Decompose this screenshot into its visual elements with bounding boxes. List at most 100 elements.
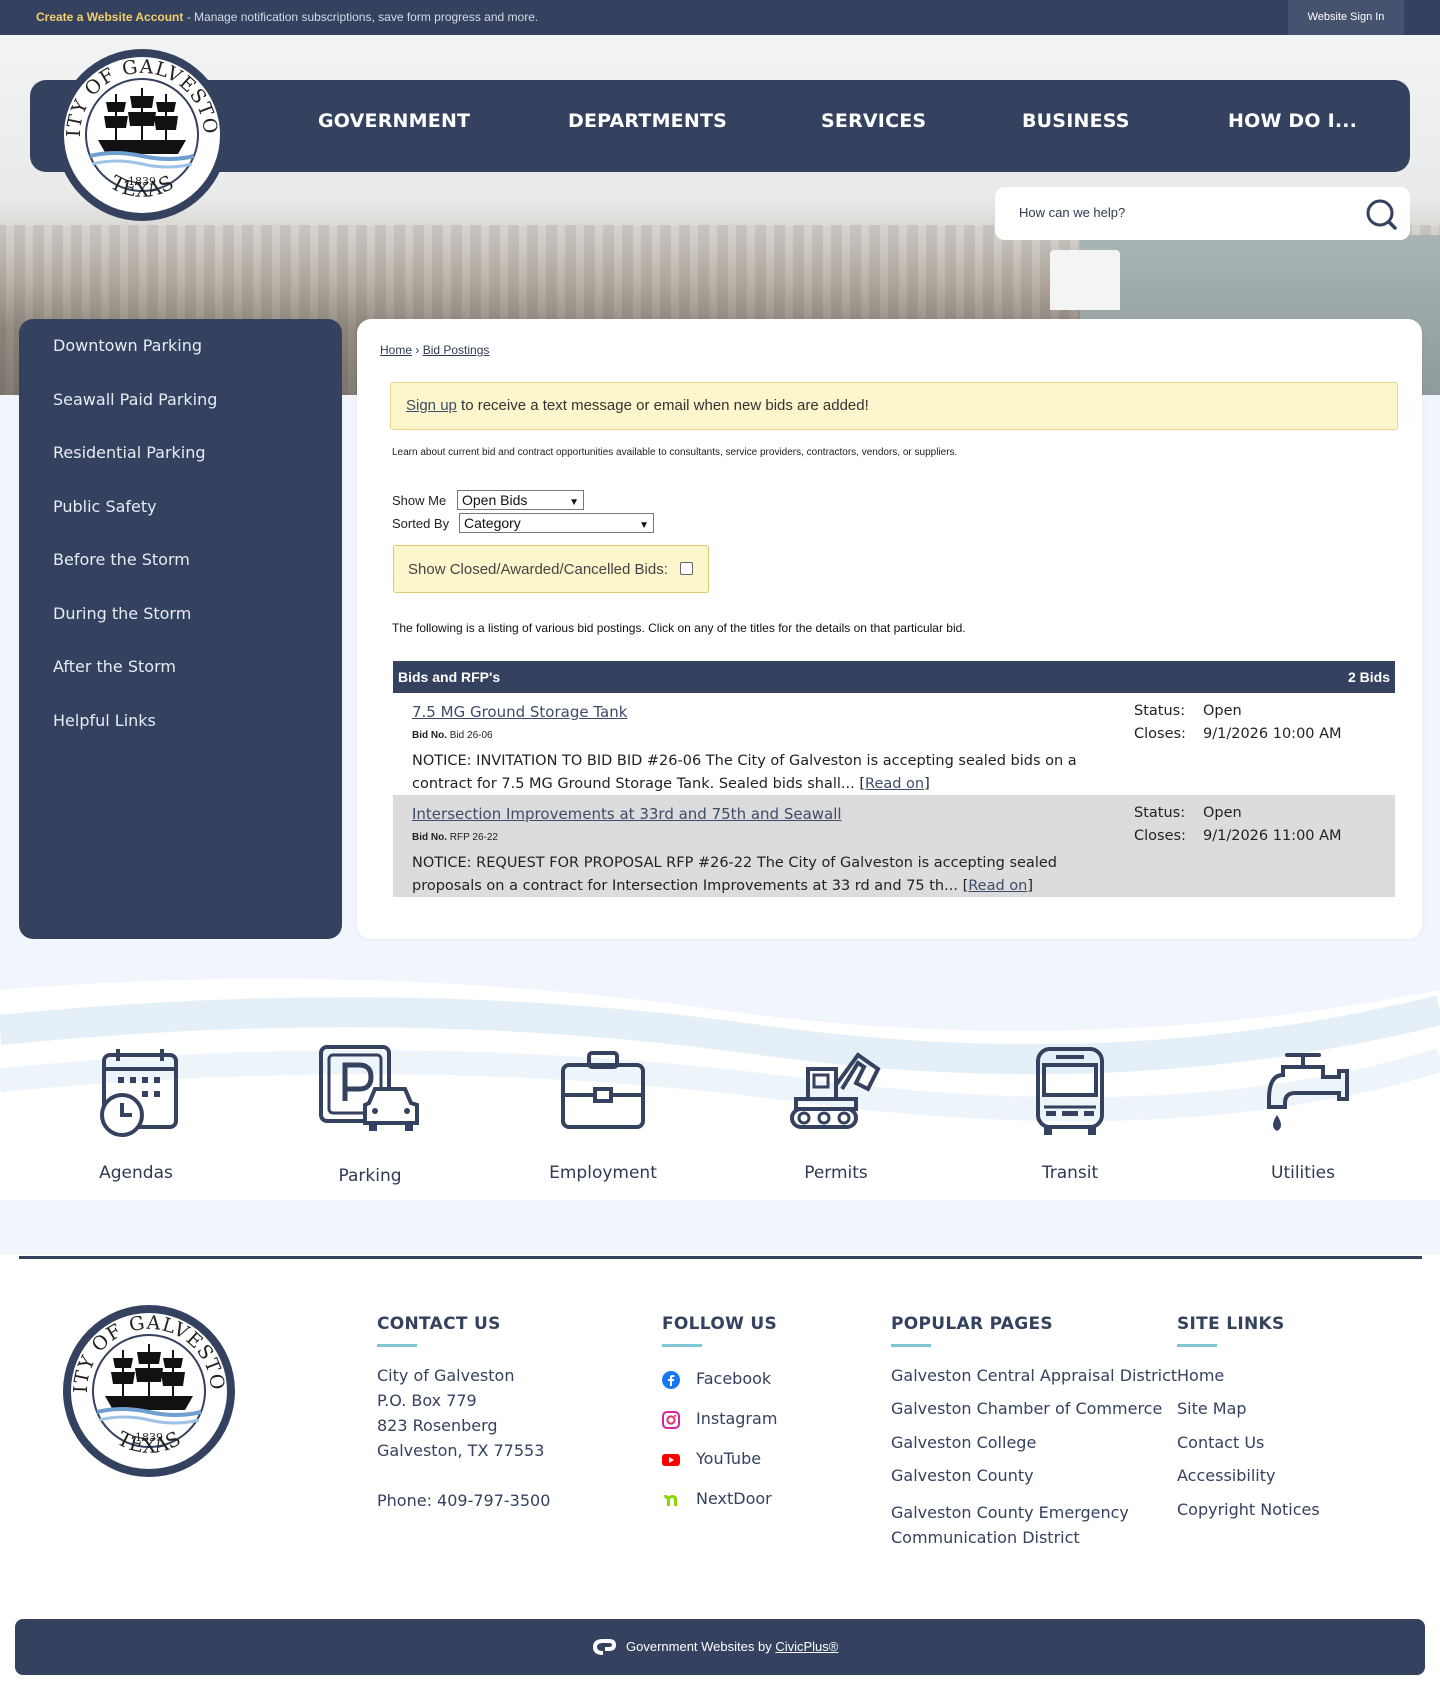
chevron-down-icon: ▼ — [569, 497, 579, 508]
seal-year: 1839 — [128, 175, 156, 188]
bid-title-link[interactable]: 7.5 MG Ground Storage Tank — [412, 703, 627, 721]
intro-text: Learn about current bid and contract opp… — [392, 447, 958, 458]
create-account-message: Create a Website Account - Manage notifi… — [36, 10, 538, 24]
site-links-heading-text: SITE LINKS — [1177, 1314, 1285, 1334]
read-on-link[interactable]: Read on — [865, 776, 924, 792]
bid-number: Bid No. RFP 26-22 — [412, 832, 498, 843]
chevron-down-icon: ▼ — [639, 520, 649, 531]
breadcrumb-separator: › — [415, 343, 420, 357]
quicklink-label: Employment — [549, 1163, 657, 1183]
sorted-by-select[interactable]: Category ▼ — [459, 513, 654, 533]
bids-header-title: Bids and RFP's — [398, 669, 501, 685]
nav-services[interactable]: SERVICES — [821, 110, 926, 132]
show-closed-toggle: Show Closed/Awarded/Cancelled Bids: — [393, 545, 709, 593]
quicklink-label: Parking — [338, 1166, 402, 1186]
site-link[interactable]: Contact Us — [1177, 1433, 1264, 1452]
sidebar-item-during-the-storm[interactable]: During the Storm — [53, 604, 191, 623]
heading-underline — [662, 1344, 702, 1347]
civicplus-link[interactable]: CivicPlus® — [775, 1639, 838, 1654]
bid-number: Bid No. Bid 26-06 — [412, 730, 493, 741]
quicklink-permits[interactable]: Permits — [751, 1045, 921, 1183]
calendar-clock-icon — [100, 1049, 178, 1137]
create-account-link[interactable]: Create a Website Account — [36, 10, 183, 24]
bid-number-label: Bid No. — [412, 730, 447, 741]
facebook-icon — [662, 1371, 680, 1389]
site-search[interactable]: How can we help? — [995, 187, 1410, 240]
seal-year: 1839 — [135, 1431, 163, 1444]
search-input[interactable]: How can we help? — [1019, 205, 1125, 220]
quicklink-agendas[interactable]: Agendas — [51, 1045, 221, 1183]
quicklink-transit[interactable]: Transit — [985, 1045, 1155, 1183]
popular-link[interactable]: Galveston College — [891, 1433, 1036, 1452]
status-value: Open — [1203, 805, 1242, 821]
bid-row: Intersection Improvements at 33rd and 75… — [393, 795, 1395, 897]
bid-title-link[interactable]: Intersection Improvements at 33rd and 75… — [412, 805, 842, 823]
popular-link[interactable]: Galveston County Emergency Communication… — [891, 1500, 1151, 1550]
breadcrumb-home[interactable]: Home — [380, 343, 412, 357]
breadcrumb-bid-postings[interactable]: Bid Postings — [423, 343, 490, 357]
popular-link[interactable]: Galveston Chamber of Commerce — [891, 1399, 1162, 1418]
site-link[interactable]: Accessibility — [1177, 1466, 1275, 1485]
cruise-ship — [1050, 250, 1120, 310]
site-link[interactable]: Site Map — [1177, 1399, 1247, 1418]
contact-line: 823 Rosenberg — [377, 1416, 498, 1435]
quicklink-label: Permits — [804, 1163, 868, 1183]
city-seal-logo[interactable]: CITY OF GALVESTON TEXAS 1839 — [54, 42, 230, 228]
website-sign-in-button[interactable]: Website Sign In — [1288, 0, 1404, 35]
read-on-link[interactable]: Read on — [968, 878, 1027, 894]
sorted-by-label: Sorted By — [392, 516, 450, 531]
nav-government[interactable]: GOVERNMENT — [318, 110, 470, 132]
bid-number-value: RFP 26-22 — [449, 832, 498, 843]
social-label: Instagram — [696, 1409, 778, 1428]
site-link[interactable]: Home — [1177, 1366, 1224, 1385]
contact-phone[interactable]: Phone: 409-797-3500 — [377, 1491, 550, 1510]
bid-number-value: Bid 26-06 — [449, 730, 493, 741]
bid-description: NOTICE: INVITATION TO BID BID #26-06 The… — [412, 753, 1077, 792]
popular-heading: POPULAR PAGES — [891, 1314, 1053, 1347]
site-link[interactable]: Copyright Notices — [1177, 1500, 1320, 1519]
popular-link[interactable]: Galveston Central Appraisal District — [891, 1366, 1177, 1385]
excavator-icon — [790, 1052, 881, 1129]
signup-link[interactable]: Sign up — [406, 397, 457, 414]
contact-line: Galveston, TX 77553 — [377, 1441, 545, 1460]
sidebar-item-seawall-paid-parking[interactable]: Seawall Paid Parking — [53, 390, 217, 409]
search-icon[interactable] — [1364, 197, 1398, 231]
status-label: Status: — [1134, 703, 1186, 719]
show-closed-checkbox[interactable] — [680, 562, 693, 575]
popular-link[interactable]: Galveston County — [891, 1466, 1034, 1485]
quicklink-parking[interactable]: Parking — [285, 1045, 455, 1186]
quicklink-utilities[interactable]: Utilities — [1218, 1045, 1388, 1183]
sidebar-item-after-the-storm[interactable]: After the Storm — [53, 657, 176, 676]
closes-value: 9/1/2026 11:00 AM — [1203, 828, 1342, 844]
briefcase-icon — [561, 1051, 645, 1129]
sidebar-item-downtown-parking[interactable]: Downtown Parking — [53, 336, 202, 355]
contact-heading-text: CONTACT US — [377, 1314, 501, 1334]
closes-label: Closes: — [1134, 828, 1186, 844]
sidebar-item-public-safety[interactable]: Public Safety — [53, 497, 157, 516]
sidebar-item-before-the-storm[interactable]: Before the Storm — [53, 550, 190, 569]
quicklink-label: Transit — [1041, 1163, 1099, 1183]
top-bar: Create a Website Account - Manage notifi… — [0, 0, 1440, 35]
bid-number-label: Bid No. — [412, 832, 447, 843]
bids-count: 2 Bids — [1347, 669, 1390, 685]
sorted-by-value: Category — [464, 515, 521, 531]
nav-departments[interactable]: DEPARTMENTS — [568, 110, 727, 132]
sidebar-item-residential-parking[interactable]: Residential Parking — [53, 443, 206, 462]
social-label: YouTube — [696, 1449, 762, 1468]
show-me-select[interactable]: Open Bids ▼ — [457, 490, 584, 510]
civicplus-logo-icon — [592, 1639, 617, 1655]
social-label: Facebook — [696, 1369, 772, 1388]
heading-underline — [377, 1344, 417, 1347]
bid-description-text: NOTICE: REQUEST FOR PROPOSAL RFP #26-22 … — [412, 855, 1057, 894]
sidebar-item-helpful-links[interactable]: Helpful Links — [53, 711, 156, 730]
status-value: Open — [1203, 703, 1242, 719]
signup-text: to receive a text message or email when … — [456, 397, 869, 414]
site-links-heading: SITE LINKS — [1177, 1314, 1285, 1347]
nav-business[interactable]: BUSINESS — [1022, 110, 1130, 132]
footer-city-seal-logo[interactable]: CITY OF GALVESTON TEXAS 1839 — [56, 1298, 242, 1484]
bottom-bar: Government Websites by CivicPlus® — [15, 1619, 1425, 1675]
nav-how-do-i[interactable]: HOW DO I... — [1228, 110, 1357, 132]
contact-heading: CONTACT US — [377, 1314, 501, 1347]
quicklink-employment[interactable]: Employment — [518, 1045, 688, 1183]
faucet-icon — [1267, 1053, 1349, 1131]
